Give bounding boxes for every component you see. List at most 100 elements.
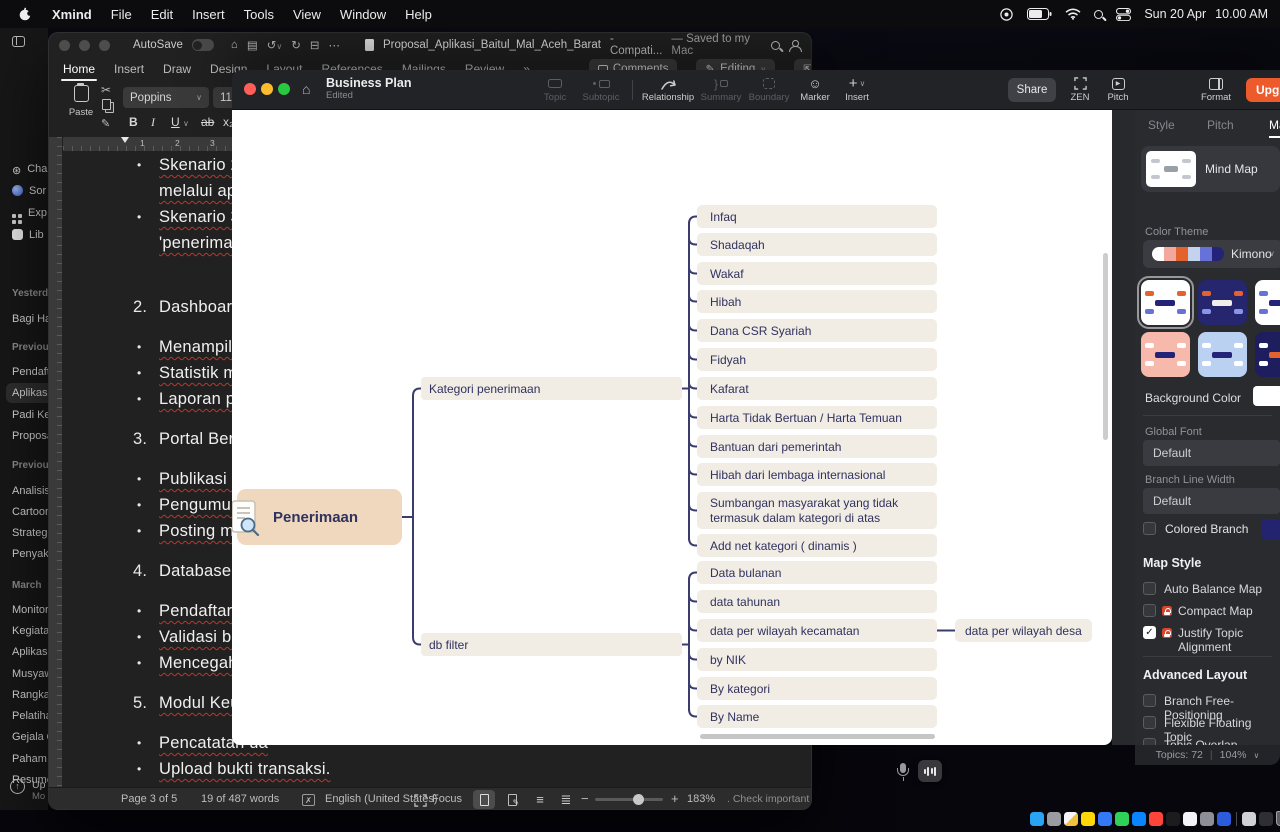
dock-icon[interactable]	[1242, 812, 1256, 826]
apple-menu-icon[interactable]	[18, 6, 33, 22]
cut-icon[interactable]: ✂	[101, 83, 111, 97]
focus-icon[interactable]	[414, 794, 427, 810]
autosave-toggle[interactable]	[192, 39, 214, 51]
dock-icon[interactable]	[1030, 812, 1044, 826]
subtopic-node[interactable]: Fidyah	[697, 348, 937, 371]
upgrade-button[interactable]: Upgrade	[1246, 78, 1280, 102]
subtopic-node[interactable]: data per wilayah kecamatan	[697, 619, 937, 642]
subtopic-node[interactable]: Kafarat	[697, 377, 937, 400]
trash-icon[interactable]	[1276, 811, 1280, 826]
tab-home[interactable]: Home	[63, 62, 95, 76]
dock-icon[interactable]	[1259, 812, 1273, 826]
sidebar-chat-item[interactable]: Strategi	[12, 524, 48, 542]
sidebar-chat-item[interactable]: Aplikasi	[12, 643, 48, 661]
underline-button[interactable]: U	[171, 115, 180, 129]
page-indicator[interactable]: Page 3 of 5	[121, 793, 177, 805]
more-commands-icon[interactable]: ⋯	[328, 38, 340, 52]
menu-clock-time[interactable]: 10.00 AM	[1215, 7, 1268, 21]
branch-free-positioning-checkbox[interactable]	[1143, 694, 1156, 707]
xmind-doc-title-block[interactable]: Business Plan Edited	[326, 76, 411, 101]
xmind-close-button[interactable]	[244, 83, 256, 95]
copy-icon[interactable]	[102, 99, 111, 110]
background-color-swatch[interactable]	[1253, 386, 1280, 406]
theme-card[interactable]	[1255, 332, 1280, 377]
dock-icon[interactable]	[1081, 812, 1095, 826]
xmind-zoom-button[interactable]	[278, 83, 290, 95]
sidebar-chat-item[interactable]: Paham A	[12, 750, 48, 768]
sidebar-chat-item[interactable]: Proposa	[12, 427, 48, 445]
spotlight-search-icon[interactable]	[1094, 10, 1103, 19]
colored-branch-checkbox[interactable]	[1143, 522, 1156, 535]
word-titlebar[interactable]: AutoSave ⌂ ▤ ↺∨ ↻ ⊟ ⋯ Proposal_Aplikasi_…	[49, 33, 811, 57]
dock-icon[interactable]	[1064, 812, 1078, 826]
menu-insert[interactable]: Insert	[192, 7, 225, 22]
subtopic-node[interactable]: Bantuan dari pemerintah	[697, 435, 937, 458]
subtopic-node[interactable]: data per wilayah desa	[955, 619, 1092, 642]
subtopic-node[interactable]: Hibah	[697, 290, 937, 313]
dock-icon[interactable]	[1183, 812, 1197, 826]
dock-icon[interactable]	[1149, 812, 1163, 826]
menu-file[interactable]: File	[111, 7, 132, 22]
subtopic-node[interactable]: data tahunan	[697, 590, 937, 613]
dock-icon[interactable]	[1200, 812, 1214, 826]
microphone-icon[interactable]	[896, 763, 910, 782]
dictation-button[interactable]	[918, 760, 942, 782]
menu-help[interactable]: Help	[405, 7, 432, 22]
xmind-titlebar[interactable]: ⌂ Business Plan Edited Topic Subtopic Re…	[232, 70, 1280, 110]
tab-insert[interactable]: Insert	[114, 62, 144, 76]
mindmap-canvas[interactable]: Penerimaan Kategori penerimaan db filter…	[232, 110, 1112, 745]
menu-window[interactable]: Window	[340, 7, 386, 22]
auto-balance-checkbox[interactable]	[1143, 582, 1156, 595]
sheet-structure-card[interactable]: Mind Map	[1141, 146, 1280, 192]
sidebar-chat-item[interactable]: Cartoon	[12, 503, 48, 521]
word-close-button[interactable]	[59, 40, 70, 51]
sidebar-item-chatgpt[interactable]: ⊛Cha	[12, 160, 47, 178]
xmind-share-button[interactable]: Share	[1008, 78, 1056, 102]
strikethrough-button[interactable]: ab	[201, 115, 214, 129]
horizontal-scrollbar[interactable]	[700, 734, 935, 739]
dock-icon[interactable]	[1098, 812, 1112, 826]
zoom-in-button[interactable]: +	[671, 791, 679, 806]
dock-icon[interactable]	[1047, 812, 1061, 826]
menu-tools[interactable]: Tools	[244, 7, 274, 22]
sidebar-item-explore[interactable]: Exp	[12, 204, 47, 222]
upgrade-plan-icon[interactable]: ↑	[10, 779, 25, 794]
paste-button[interactable]: Paste	[63, 85, 99, 118]
menu-clock-date[interactable]: Sun 20 Apr	[1144, 7, 1206, 21]
dock-icon[interactable]	[1115, 812, 1129, 826]
color-theme-dropdown[interactable]: Kimono ∨	[1143, 240, 1280, 268]
sidebar-chat-item[interactable]: Penyakit	[12, 545, 48, 563]
draft-view-button[interactable]: ≣	[555, 790, 577, 809]
theme-card[interactable]	[1198, 332, 1247, 377]
dock-icon[interactable]	[1166, 812, 1180, 826]
sidebar-chat-item[interactable]: Padi Ken	[12, 406, 48, 424]
sidebar-item-library[interactable]: Lib	[12, 226, 44, 244]
word-doc-saved[interactable]: — Saved to my Mac	[671, 33, 758, 57]
subtopic-node[interactable]: Hibah dari lembaga internasional	[697, 463, 937, 486]
theme-card[interactable]	[1255, 280, 1280, 325]
branch-line-width-select[interactable]: Default	[1143, 488, 1280, 514]
xmind-home-icon[interactable]: ⌂	[302, 81, 310, 97]
sidebar-chat-item[interactable]: Analisis	[12, 482, 48, 500]
menu-app-name[interactable]: Xmind	[52, 7, 92, 22]
bold-button[interactable]: B	[129, 115, 138, 129]
sidebar-item-sora[interactable]: Sor	[12, 182, 46, 200]
subtopic-node[interactable]: Add net kategori ( dinamis )	[697, 534, 937, 557]
dock-icon[interactable]	[1132, 812, 1146, 826]
subtopic-node[interactable]: Data bulanan	[697, 561, 937, 584]
sidebar-chat-item[interactable]: Pendafta	[12, 363, 48, 381]
battery-icon[interactable]	[1027, 8, 1052, 20]
word-zoom-button[interactable]	[99, 40, 110, 51]
justify-alignment-checkbox-checked[interactable]: ✓	[1143, 626, 1156, 639]
wifi-icon[interactable]	[1065, 8, 1081, 20]
pitch-button[interactable]: ▶Pitch	[1100, 75, 1136, 103]
flexible-floating-topic-checkbox[interactable]	[1143, 716, 1156, 729]
vertical-scrollbar[interactable]	[1103, 253, 1108, 440]
subtopic-node[interactable]: Dana CSR Syariah	[697, 319, 937, 342]
subtopic-node[interactable]: Shadaqah	[697, 233, 937, 256]
format-button[interactable]: Format	[1194, 75, 1238, 103]
sidebar-chat-item[interactable]: Gejala	[12, 728, 48, 746]
word-minimize-button[interactable]	[79, 40, 90, 51]
italic-button[interactable]: I	[151, 115, 155, 130]
print-icon[interactable]: ⊟	[310, 38, 320, 52]
